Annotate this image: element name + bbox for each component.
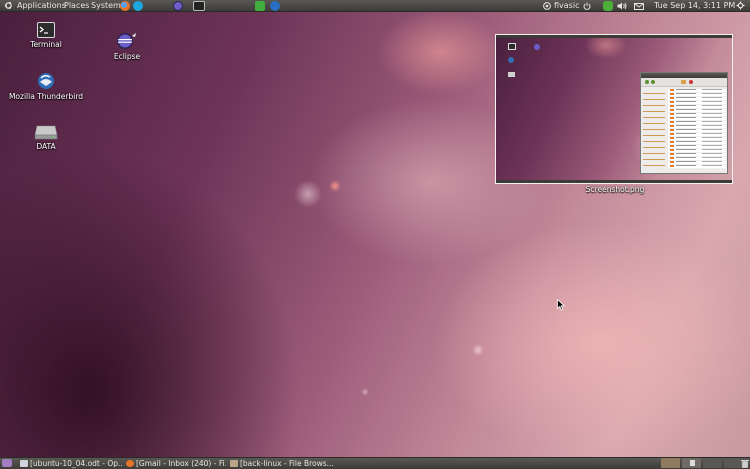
taskbar-item-gmail[interactable]: [Gmail - Inbox (240) - Fi...: [124, 458, 226, 469]
mini-file-list: [668, 89, 726, 169]
skype-launcher-icon[interactable]: [133, 1, 143, 11]
taskbar-item-label: [ubuntu-10_04.odt - Op...: [30, 459, 122, 468]
desktop-icon-label: Eclipse: [113, 52, 141, 61]
mini-desktop-icon: [534, 44, 540, 50]
mail-indicator-icon[interactable]: [634, 3, 644, 10]
clock[interactable]: Tue Sep 14, 3:11 PM: [654, 0, 735, 12]
folder-icon: [230, 460, 238, 467]
desktop-icon-label: Mozilla Thunderbird: [8, 92, 84, 101]
show-desktop-icon[interactable]: [2, 459, 12, 467]
screenshot-thumbnail-label: Screenshot.png: [585, 185, 645, 194]
cheese-launcher-icon[interactable]: [255, 1, 265, 11]
workspace-3[interactable]: [703, 458, 722, 468]
mini-top-panel: [496, 35, 732, 38]
screenshot-thumbnail[interactable]: [495, 34, 733, 184]
power-icon[interactable]: [583, 2, 591, 10]
taskbar-item-file-browser[interactable]: [back-linux - File Brows...: [228, 458, 334, 469]
thunderbird-icon: [38, 73, 54, 89]
mini-stop-icon: [689, 80, 693, 84]
drive-icon: [34, 125, 58, 140]
menu-system[interactable]: System: [91, 0, 121, 12]
taskbar-item-label: [back-linux - File Brows...: [240, 459, 334, 468]
mini-home-icon: [681, 80, 686, 84]
desktop-icon-label: DATA: [36, 142, 56, 151]
terminal-icon: [37, 22, 55, 38]
taskbar-item-writer[interactable]: [ubuntu-10_04.odt - Op...: [18, 458, 122, 469]
mini-bottom-panel: [496, 180, 732, 183]
desktop[interactable]: Terminal Mozilla Thunderbird DATA Eclips…: [0, 12, 750, 457]
workspace-switcher[interactable]: [661, 458, 745, 468]
workspace-2[interactable]: [682, 458, 701, 468]
mini-sidebar: [643, 89, 665, 169]
eclipse-launcher-icon[interactable]: [173, 1, 183, 11]
eclipse-icon: [117, 33, 136, 49]
firefox-launcher-icon[interactable]: [120, 1, 130, 11]
menu-applications[interactable]: Applications: [17, 0, 66, 12]
mini-desktop-icon: [508, 43, 516, 50]
mouse-pointer-icon: [557, 299, 565, 311]
ubuntu-logo-icon[interactable]: [4, 1, 13, 10]
mini-file-browser-window: [640, 72, 728, 174]
desktop-icon-label: Terminal: [30, 40, 62, 49]
desktop-icon-data[interactable]: DATA: [18, 122, 74, 151]
mini-forward-icon: [651, 80, 655, 84]
settings-icon[interactable]: [736, 1, 745, 10]
volume-icon[interactable]: [617, 2, 628, 10]
settings-launcher-icon[interactable]: [270, 1, 280, 11]
user-status-icon[interactable]: [543, 2, 551, 10]
top-panel: Applications Places System flvasic Tue S…: [0, 0, 750, 12]
workspace-1[interactable]: [661, 458, 680, 468]
taskbar-item-label: [Gmail - Inbox (240) - Fi...: [136, 459, 226, 468]
mini-desktop-icon: [508, 57, 514, 63]
user-name[interactable]: flvasic: [554, 0, 579, 12]
terminal-launcher-icon[interactable]: [193, 1, 205, 11]
bottom-panel: [ubuntu-10_04.odt - Op... [Gmail - Inbox…: [0, 457, 750, 469]
document-icon: [20, 460, 28, 467]
desktop-icon-eclipse[interactable]: Eclipse: [105, 32, 149, 61]
mini-desktop-icon: [508, 72, 515, 77]
network-indicator-icon[interactable]: [603, 1, 613, 11]
mini-window-toolbar: [641, 78, 727, 87]
desktop-icon-thunderbird[interactable]: Mozilla Thunderbird: [6, 72, 86, 101]
browser-icon: [126, 460, 134, 467]
mini-back-icon: [645, 80, 649, 84]
menu-places[interactable]: Places: [64, 0, 89, 12]
trash-icon[interactable]: [741, 459, 749, 468]
desktop-icon-terminal[interactable]: Terminal: [18, 22, 74, 49]
